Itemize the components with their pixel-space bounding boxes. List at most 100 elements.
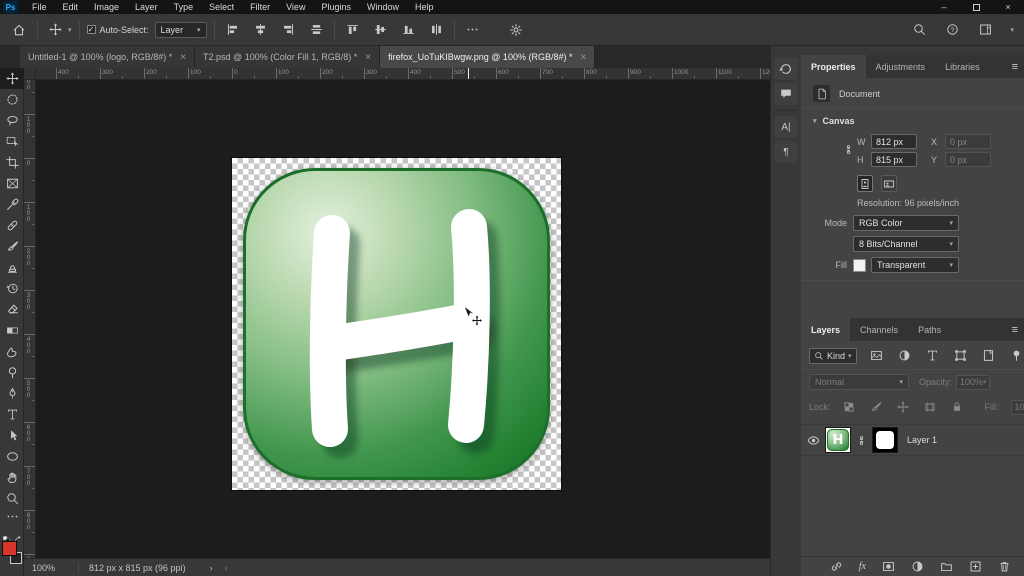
smudge-tool[interactable] bbox=[0, 341, 24, 362]
pixel-layer-filter-icon[interactable] bbox=[866, 347, 887, 364]
height-field[interactable]: 815 px bbox=[871, 152, 917, 167]
menu-edit[interactable]: Edit bbox=[55, 0, 87, 14]
ruler-origin-corner[interactable] bbox=[24, 68, 36, 80]
eyedropper-tool[interactable] bbox=[0, 194, 24, 215]
lasso-tool[interactable] bbox=[0, 110, 24, 131]
new-adjustment-layer-icon[interactable] bbox=[907, 558, 928, 575]
document-tab[interactable]: firefox_UoTuKIBwgw.png @ 100% (RGB/8#) *… bbox=[380, 46, 595, 68]
align-vertical-centers-icon[interactable] bbox=[370, 21, 391, 38]
auto-select-checkbox[interactable]: ✓ bbox=[87, 25, 96, 34]
tab-close-icon[interactable]: × bbox=[180, 52, 186, 63]
minimize-button[interactable]: – bbox=[928, 0, 960, 14]
menu-image[interactable]: Image bbox=[86, 0, 127, 14]
zoom-level-field[interactable]: 100% bbox=[24, 563, 68, 573]
tab-close-icon[interactable]: × bbox=[365, 52, 371, 63]
lock-all-icon[interactable] bbox=[947, 399, 967, 415]
layer-visibility-eye-icon[interactable] bbox=[807, 434, 820, 447]
paragraph-panel-icon[interactable]: ¶ bbox=[774, 141, 798, 163]
crop-tool[interactable] bbox=[0, 152, 24, 173]
path-selection-tool[interactable] bbox=[0, 425, 24, 446]
gradient-tool[interactable] bbox=[0, 320, 24, 341]
menu-filter[interactable]: Filter bbox=[242, 0, 278, 14]
edit-toolbar-ellipsis-icon[interactable] bbox=[0, 509, 24, 523]
comments-panel-icon[interactable] bbox=[774, 83, 798, 105]
menu-file[interactable]: File bbox=[24, 0, 55, 14]
tab-properties[interactable]: Properties bbox=[801, 55, 866, 78]
menu-plugins[interactable]: Plugins bbox=[313, 0, 359, 14]
document-tab[interactable]: T2.psd @ 100% (Color Fill 1, RGB/8) *× bbox=[195, 46, 380, 68]
tab-libraries[interactable]: Libraries bbox=[935, 55, 990, 78]
add-layer-mask-icon[interactable] bbox=[878, 558, 899, 575]
align-bottom-edges-icon[interactable] bbox=[398, 21, 419, 38]
home-icon[interactable] bbox=[8, 21, 30, 39]
hand-tool[interactable] bbox=[0, 467, 24, 488]
tab-layers[interactable]: Layers bbox=[801, 318, 850, 341]
eraser-tool[interactable] bbox=[0, 299, 24, 320]
width-field[interactable]: 812 px bbox=[871, 134, 917, 149]
history-brush-tool[interactable] bbox=[0, 278, 24, 299]
move-tool[interactable] bbox=[0, 68, 24, 89]
menu-view[interactable]: View bbox=[278, 0, 313, 14]
history-panel-icon[interactable] bbox=[774, 58, 798, 80]
layer-thumbnail[interactable]: H bbox=[825, 427, 851, 453]
close-button[interactable]: × bbox=[992, 0, 1024, 14]
mask-link-chain-icon[interactable] bbox=[856, 435, 867, 446]
help-icon[interactable]: ? bbox=[942, 21, 963, 38]
layer-row[interactable]: H Layer 1 bbox=[801, 424, 1024, 456]
align-horizontal-centers-icon[interactable] bbox=[250, 21, 271, 38]
adjustment-layer-filter-icon[interactable] bbox=[894, 347, 915, 364]
character-panel-icon[interactable]: A| bbox=[774, 116, 798, 138]
lock-position-icon[interactable] bbox=[893, 399, 913, 415]
workspace-chevron-icon[interactable]: ▾ bbox=[1010, 26, 1014, 34]
panel-menu-icon[interactable]: ≡ bbox=[1005, 318, 1024, 341]
distribute-vertical-centers-icon[interactable] bbox=[306, 21, 327, 38]
horizontal-ruler[interactable]: 4003002001000100200300400500600700800900… bbox=[36, 68, 770, 80]
menu-help[interactable]: Help bbox=[407, 0, 442, 14]
menu-layer[interactable]: Layer bbox=[127, 0, 166, 14]
frame-tool[interactable] bbox=[0, 173, 24, 194]
menu-window[interactable]: Window bbox=[359, 0, 407, 14]
brush-tool[interactable] bbox=[0, 236, 24, 257]
align-top-edges-icon[interactable] bbox=[342, 21, 363, 38]
align-left-edges-icon[interactable] bbox=[222, 21, 243, 38]
healing-brush-tool[interactable] bbox=[0, 215, 24, 236]
lock-artboard-icon[interactable] bbox=[920, 399, 940, 415]
layer-filter-kind-dropdown[interactable]: Kind ▾ bbox=[809, 348, 857, 364]
smart-object-filter-icon[interactable] bbox=[978, 347, 999, 364]
marquee-tool[interactable] bbox=[0, 89, 24, 110]
lock-transparent-pixels-icon[interactable] bbox=[839, 399, 859, 415]
new-group-icon[interactable] bbox=[936, 558, 957, 575]
vertical-ruler[interactable]: 2001000100200300400500600700800900 bbox=[24, 80, 36, 558]
panel-menu-icon[interactable]: ≡ bbox=[1005, 55, 1024, 78]
more-options-ellipsis-icon[interactable] bbox=[462, 21, 483, 38]
delete-layer-icon[interactable] bbox=[994, 558, 1015, 575]
link-dimensions-icon[interactable] bbox=[843, 144, 854, 155]
filter-toggle-icon[interactable] bbox=[1006, 347, 1024, 364]
type-tool[interactable] bbox=[0, 404, 24, 425]
dodge-tool[interactable] bbox=[0, 362, 24, 383]
distribute-horizontal-centers-icon[interactable] bbox=[426, 21, 447, 38]
object-selection-tool[interactable] bbox=[0, 131, 24, 152]
shape-layer-filter-icon[interactable] bbox=[950, 347, 971, 364]
foreground-color-swatch[interactable] bbox=[2, 541, 17, 556]
search-icon[interactable] bbox=[909, 21, 930, 38]
workspace-switcher-icon[interactable] bbox=[975, 21, 996, 38]
document-canvas[interactable] bbox=[232, 158, 561, 490]
workspace-settings-gear-icon[interactable] bbox=[505, 21, 527, 39]
tab-channels[interactable]: Channels bbox=[850, 318, 908, 341]
new-layer-icon[interactable] bbox=[965, 558, 986, 575]
shape-tool[interactable] bbox=[0, 446, 24, 467]
tab-paths[interactable]: Paths bbox=[908, 318, 951, 341]
status-flyout-arrow[interactable]: › bbox=[210, 563, 213, 573]
layer-name[interactable]: Layer 1 bbox=[907, 435, 937, 445]
move-tool-options-icon[interactable] bbox=[45, 21, 66, 38]
landscape-orientation-button[interactable] bbox=[881, 175, 897, 192]
canvas-area[interactable] bbox=[36, 80, 770, 558]
align-right-edges-icon[interactable] bbox=[278, 21, 299, 38]
scroll-left-arrow[interactable]: ‹ bbox=[225, 563, 228, 573]
bit-depth-dropdown[interactable]: 8 Bits/Channel▾ bbox=[853, 236, 959, 252]
canvas-section-header[interactable]: ▾ Canvas bbox=[801, 109, 1024, 131]
lock-image-pixels-icon[interactable] bbox=[866, 399, 886, 415]
fill-dropdown[interactable]: Transparent▾ bbox=[871, 257, 959, 273]
pen-tool[interactable] bbox=[0, 383, 24, 404]
